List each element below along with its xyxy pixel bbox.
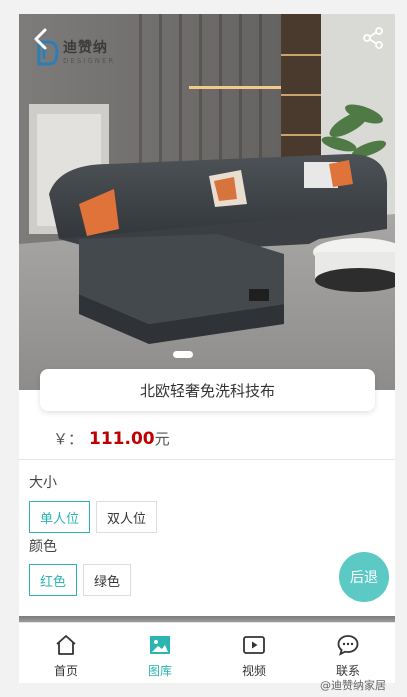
home-icon [56, 635, 76, 655]
product-title: 北欧轻奢免洗科技布 [40, 369, 375, 411]
back-arrow-icon[interactable] [31, 26, 53, 52]
tab-video[interactable]: 视频 [207, 623, 301, 683]
price-symbol: ￥： [53, 430, 84, 448]
product-image-carousel[interactable]: 迪赞纳 DESIGNER [19, 14, 395, 390]
size-label: 大小 [29, 475, 57, 491]
tab-contact[interactable]: 联系 [301, 623, 395, 683]
logo-en-text: DESIGNER [63, 57, 116, 65]
tab-gallery[interactable]: 图库 [113, 623, 207, 683]
chat-icon [337, 635, 359, 656]
phone-frame: 迪赞纳 DESIGNER 北欧轻奢免洗科技布 ￥： 111.00 元 大小 单人… [19, 14, 395, 683]
gallery-icon [150, 636, 170, 654]
carousel-indicator [173, 351, 193, 358]
price-unit: 元 [154, 430, 170, 448]
video-icon [243, 636, 265, 654]
size-option-single[interactable]: 单人位 [29, 501, 91, 533]
color-options: 红色 绿色 [29, 564, 132, 596]
share-icon[interactable] [361, 26, 385, 50]
color-option-green[interactable]: 绿色 [83, 564, 132, 596]
tab-video-label: 视频 [241, 664, 266, 678]
logo-cn-text: 迪赞纳 [63, 40, 108, 56]
size-option-double[interactable]: 双人位 [96, 501, 158, 533]
color-label: 颜色 [29, 539, 57, 555]
size-options: 单人位 双人位 [29, 501, 158, 533]
sofa-photo [19, 14, 395, 390]
tab-home-label: 首页 [53, 664, 78, 678]
watermark-text: @迪赞纳家居 [320, 679, 386, 692]
tab-home[interactable]: 首页 [19, 623, 113, 683]
back-fab-button[interactable]: 后退 [339, 552, 389, 602]
price-row: ￥： 111.00 元 [19, 418, 395, 460]
price-value: 111.00 [89, 428, 155, 449]
color-option-red[interactable]: 红色 [29, 564, 78, 596]
tab-gallery-label: 图库 [147, 664, 172, 678]
bottom-tab-bar: 首页 图库 视频 联系 [19, 622, 395, 683]
